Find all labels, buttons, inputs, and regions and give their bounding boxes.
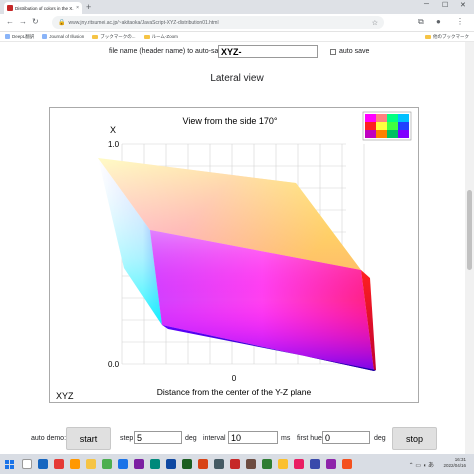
first-hue-unit-label: deg: [374, 435, 386, 442]
filename-input[interactable]: [218, 45, 318, 58]
folder-icon: [143, 34, 150, 39]
color-solid: [98, 158, 376, 371]
step-input[interactable]: [134, 431, 182, 444]
autosave-label: auto save: [339, 48, 370, 55]
y-tick-bottom: 0.0: [108, 360, 120, 369]
lock-icon: 🔒: [58, 20, 66, 26]
clock[interactable]: 16:31 2022/04/16: [443, 457, 466, 469]
bookmark-icon: [5, 34, 10, 39]
app-icon[interactable]: [70, 459, 80, 469]
lateral-view-canvas: View from the side 170° X 1.0 0.0 0 Dist…: [56, 111, 412, 401]
url-text: www.jny.ritsumei.ac.jp/~akitaoka/JavaScr…: [68, 19, 219, 26]
scrollbar-thumb[interactable]: [467, 190, 472, 270]
start-button[interactable]: start: [66, 427, 111, 450]
app-icon[interactable]: [326, 459, 336, 469]
close-window-icon[interactable]: ✕: [460, 1, 466, 9]
word-icon[interactable]: [166, 459, 176, 469]
address-bar[interactable]: 🔒 www.jny.ritsumei.ac.jp/~akitaoka/JavaS…: [52, 16, 384, 29]
app-icon[interactable]: [246, 459, 256, 469]
forward-icon[interactable]: →: [19, 17, 27, 27]
interval-label: interval: [203, 435, 226, 442]
chrome-icon[interactable]: [278, 459, 288, 469]
powerpoint-icon[interactable]: [198, 459, 208, 469]
system-tray-icons[interactable]: ⌃ ▭ ◖ あ: [409, 460, 434, 469]
tab-close-icon[interactable]: ×: [76, 5, 79, 11]
folder-icon: [92, 34, 99, 39]
menu-icon[interactable]: ⋮: [456, 17, 464, 27]
site-favicon-icon: [7, 5, 13, 11]
folder-icon: [425, 34, 431, 39]
tab-title: Distribution of colors in the X...: [15, 5, 75, 11]
section-title: Lateral view: [210, 73, 264, 84]
browser-toolbar: ← → ↻ 🔒 www.jny.ritsumei.ac.jp/~akitaoka…: [0, 14, 474, 32]
bookmark-item[interactable]: ブックマークの...: [92, 33, 136, 40]
app-icon[interactable]: [262, 459, 272, 469]
x-tick-zero: 0: [232, 374, 237, 383]
maximize-icon[interactable]: ☐: [442, 1, 448, 9]
auto-demo-controls: auto demo: start step deg interval ms fi…: [0, 426, 474, 450]
bookmark-label: Journal of Illusion: [49, 34, 85, 39]
app-icon[interactable]: [134, 459, 144, 469]
bookmark-icon: [42, 34, 48, 39]
app-icon[interactable]: [54, 459, 64, 469]
search-icon[interactable]: [22, 459, 32, 469]
chart-title: View from the side 170°: [183, 116, 278, 126]
bookmark-star-icon[interactable]: ☆: [372, 19, 378, 27]
browser-tab[interactable]: Distribution of colors in the X... ×: [4, 2, 82, 14]
x-axis-label: Distance from the center of the Y-Z plan…: [157, 387, 312, 397]
tab-strip: Distribution of colors in the X... × + ─…: [0, 0, 474, 14]
step-label: step: [120, 435, 134, 442]
bookmark-item[interactable]: DeepL翻訳: [5, 34, 34, 40]
file-explorer-icon[interactable]: [86, 459, 96, 469]
app-icon[interactable]: [150, 459, 160, 469]
other-bookmarks[interactable]: 他のブックマーク: [425, 34, 469, 40]
bookmark-item[interactable]: ルーム-Zoom: [143, 33, 178, 40]
os-taskbar: ⌃ ▭ ◖ あ 16:31 2022/04/16: [0, 454, 474, 474]
interval-input[interactable]: [228, 431, 278, 444]
excel-icon[interactable]: [182, 459, 192, 469]
extensions-icon[interactable]: ⧉: [418, 17, 424, 27]
app-icon[interactable]: [230, 459, 240, 469]
bookmark-label: ブックマークの...: [100, 33, 136, 39]
color-space-label: XYZ: [56, 391, 74, 401]
hue-thumbnail: [362, 111, 412, 141]
y-tick-top: 1.0: [108, 140, 120, 149]
windows-start-icon[interactable]: [5, 460, 14, 469]
app-icon[interactable]: [118, 459, 128, 469]
page-scrollbar[interactable]: [465, 42, 474, 454]
back-icon[interactable]: ←: [6, 17, 14, 27]
auto-demo-label: auto demo:: [31, 435, 67, 442]
new-tab-button[interactable]: +: [86, 2, 91, 12]
app-icon[interactable]: [102, 459, 112, 469]
app-icon[interactable]: [214, 459, 224, 469]
first-hue-label: first hue: [297, 435, 322, 442]
bookmark-label: DeepL翻訳: [12, 33, 35, 39]
first-hue-input[interactable]: [322, 431, 370, 444]
step-unit-label: deg: [185, 435, 197, 442]
task-view-icon[interactable]: [38, 459, 48, 469]
app-icon[interactable]: [342, 459, 352, 469]
autosave-checkbox[interactable]: [330, 49, 336, 55]
lateral-view-panel[interactable]: View from the side 170° X 1.0 0.0 0 Dist…: [49, 107, 419, 403]
bookmark-label: ルーム-Zoom: [151, 33, 178, 39]
filename-label: file name (header name) to auto-save: [109, 48, 226, 55]
app-icon[interactable]: [294, 459, 304, 469]
app-icon[interactable]: [310, 459, 320, 469]
profile-icon[interactable]: ●: [436, 17, 441, 27]
stop-button[interactable]: stop: [392, 427, 437, 450]
reload-icon[interactable]: ↻: [32, 17, 39, 27]
interval-unit-label: ms: [281, 435, 291, 442]
bookmarks-bar: DeepL翻訳 Journal of Illusion ブックマークの... ル…: [0, 32, 474, 42]
bookmark-item[interactable]: Journal of Illusion: [42, 34, 84, 39]
bookmark-label: 他のブックマーク: [433, 33, 469, 39]
y-axis-label: X: [110, 125, 116, 135]
clock-date: 2022/04/16: [443, 463, 466, 468]
minimize-icon[interactable]: ─: [424, 1, 429, 8]
